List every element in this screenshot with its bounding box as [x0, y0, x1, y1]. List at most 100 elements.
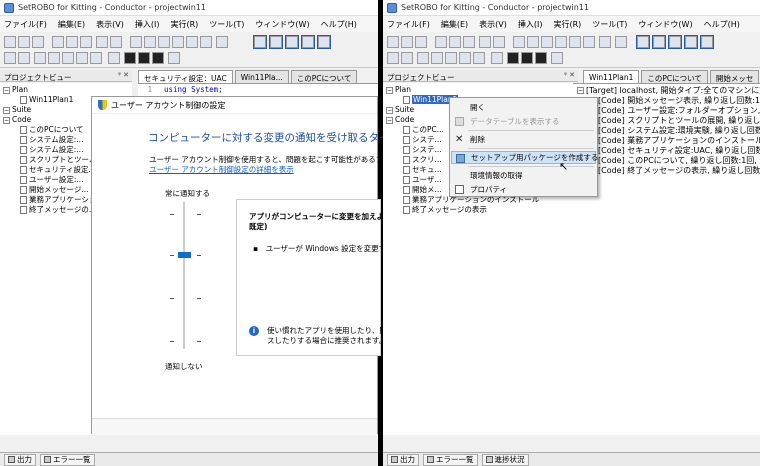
tree-node-plan[interactable]: − Plan [386, 85, 411, 95]
save-icon[interactable] [32, 36, 44, 48]
menu-view[interactable]: 表示(V) [96, 19, 124, 30]
menu-item-delete[interactable]: ✕ 削除 [451, 133, 596, 146]
menu-run[interactable]: 実行(R) [170, 19, 198, 30]
tree-item[interactable]: このPCについて [20, 125, 84, 135]
stop-icon[interactable] [124, 52, 136, 64]
collapse-icon[interactable]: − [3, 116, 10, 124]
tab-about-pc[interactable]: このPCについて [641, 70, 708, 83]
view-plan-icon[interactable] [636, 35, 650, 49]
tree-item[interactable]: 終了メッセージの表示 [403, 205, 487, 215]
progress-tab[interactable]: 進捗状況 [481, 453, 529, 466]
tree-node-code[interactable]: − Code [386, 115, 414, 125]
plan-target-row[interactable]: −[Target] localhost, 開始タイプ:全てのマシンに対して [577, 86, 760, 96]
tree-item[interactable]: システ... [403, 145, 442, 155]
copy-icon[interactable] [449, 36, 461, 48]
menu-insert[interactable]: 挿入(I) [135, 19, 160, 30]
tree-item[interactable]: システム設定:... [20, 135, 83, 145]
redo-icon[interactable] [110, 36, 122, 48]
error-list-tab[interactable]: エラー一覧 [40, 453, 95, 466]
menu-help[interactable]: ヘルプ(H) [321, 19, 357, 30]
plan-code-row[interactable]: [Code] 業務アプリケーションのインストール, 繰り返 [589, 136, 760, 146]
indent-icon[interactable] [569, 36, 581, 48]
step-icon[interactable] [48, 52, 60, 64]
step-out-icon[interactable] [459, 52, 471, 64]
tree-item[interactable]: システ... [403, 135, 442, 145]
breakpoint-icon[interactable] [90, 52, 102, 64]
open-icon[interactable] [18, 36, 30, 48]
collapse-icon[interactable]: − [577, 87, 584, 94]
tree-node-win11plan1[interactable]: Win11Plan1 [20, 95, 73, 105]
replace-icon[interactable] [527, 36, 539, 48]
menu-file[interactable]: ファイル(F) [387, 19, 430, 30]
cut-icon[interactable] [435, 36, 447, 48]
build-icon[interactable] [4, 52, 16, 64]
uac-details-link[interactable]: ユーザー アカウント制御設定の詳細を表示 [149, 164, 294, 175]
view-log-icon[interactable] [301, 35, 315, 49]
uac-slider-track[interactable] [183, 202, 185, 349]
tree-item[interactable]: このPC... [403, 125, 444, 135]
tree-item[interactable]: 開始メ... [403, 185, 442, 195]
run-icon[interactable] [34, 52, 46, 64]
tree-node-plan[interactable]: − Plan [3, 85, 28, 95]
tree-item[interactable]: 終了メッセージの... [20, 205, 96, 215]
plan-code-row[interactable]: [Code] 終了メッセージの表示, 繰り返し回数:1回, [589, 166, 760, 176]
stop-icon[interactable] [507, 52, 519, 64]
step-over-icon[interactable] [62, 52, 74, 64]
menu-run[interactable]: 実行(R) [553, 19, 581, 30]
view-code-icon[interactable] [285, 35, 299, 49]
outdent-icon[interactable] [200, 36, 212, 48]
settings-icon[interactable] [168, 52, 180, 64]
plan-code-row[interactable]: [Code] セキュリティ設定:UAC, 繰り返し回数:1 [589, 146, 760, 156]
tree-item[interactable]: セキュ... [403, 165, 442, 175]
delete-icon[interactable] [555, 36, 567, 48]
view-suite-icon[interactable] [269, 35, 283, 49]
delete-icon[interactable] [172, 36, 184, 48]
menu-edit[interactable]: 編集(E) [58, 19, 85, 30]
step-over-icon[interactable] [445, 52, 457, 64]
settings-icon[interactable] [551, 52, 563, 64]
menu-item-get-environment-info[interactable]: 環境情報の取得 [451, 169, 596, 182]
cut-icon[interactable] [52, 36, 64, 48]
collapse-icon[interactable]: − [386, 86, 393, 94]
plan-code-row[interactable]: [Code] ユーザー設定:フォルダーオプション, 繰り返 [589, 106, 760, 116]
collapse-icon[interactable]: − [3, 106, 10, 114]
new-icon[interactable] [4, 36, 16, 48]
view-plan-icon[interactable] [253, 35, 267, 49]
record-icon[interactable] [535, 52, 547, 64]
image-icon[interactable] [615, 36, 627, 48]
menu-item-show-datatable[interactable]: データテーブルを表示する [451, 115, 596, 128]
paste-icon[interactable] [463, 36, 475, 48]
menu-tools[interactable]: ツール(T) [209, 19, 244, 30]
menu-item-open[interactable]: 開く [451, 101, 596, 114]
plan-code-row[interactable]: [Code] システム設定:環境実験, 繰り返し回数: [589, 126, 760, 136]
view-log-icon[interactable] [684, 35, 698, 49]
record-icon[interactable] [152, 52, 164, 64]
pause-icon[interactable] [521, 52, 533, 64]
image-icon[interactable] [108, 52, 120, 64]
check-icon[interactable] [401, 52, 413, 64]
menu-window[interactable]: ウィンドウ(W) [638, 19, 692, 30]
build-icon[interactable] [387, 52, 399, 64]
menu-view[interactable]: 表示(V) [479, 19, 507, 30]
find-icon[interactable] [130, 36, 142, 48]
menu-help[interactable]: ヘルプ(H) [704, 19, 740, 30]
output-tab[interactable]: 出力 [387, 453, 419, 466]
plan-code-row[interactable]: [Code] このPCについて, 繰り返し回数:1回, 最 [589, 156, 760, 166]
menu-edit[interactable]: 編集(E) [441, 19, 468, 30]
tab-win11plan[interactable]: Win11Pla... [234, 70, 289, 83]
tree-item[interactable]: システム設定:... [20, 145, 83, 155]
new-icon[interactable] [387, 36, 399, 48]
menu-file[interactable]: ファイル(F) [4, 19, 47, 30]
copy-icon[interactable] [66, 36, 78, 48]
tab-win11plan1[interactable]: Win11Plan1 [583, 70, 640, 83]
collapse-icon[interactable]: − [386, 106, 393, 114]
menu-item-properties[interactable]: プロパティ [451, 183, 596, 196]
tree-item[interactable]: スクリ... [403, 155, 442, 165]
run-icon[interactable] [417, 52, 429, 64]
tab-uac[interactable]: セキュリティ設定：UAC [138, 70, 233, 83]
panel-pin-close-icon[interactable]: ᵠ ✕ [118, 71, 129, 79]
plan-code-row[interactable]: [Code] 開始メッセージ表示, 繰り返し回数:1回, [589, 96, 760, 106]
error-list-tab[interactable]: エラー一覧 [423, 453, 478, 466]
undo-icon[interactable] [96, 36, 108, 48]
comment-icon[interactable] [216, 36, 228, 48]
